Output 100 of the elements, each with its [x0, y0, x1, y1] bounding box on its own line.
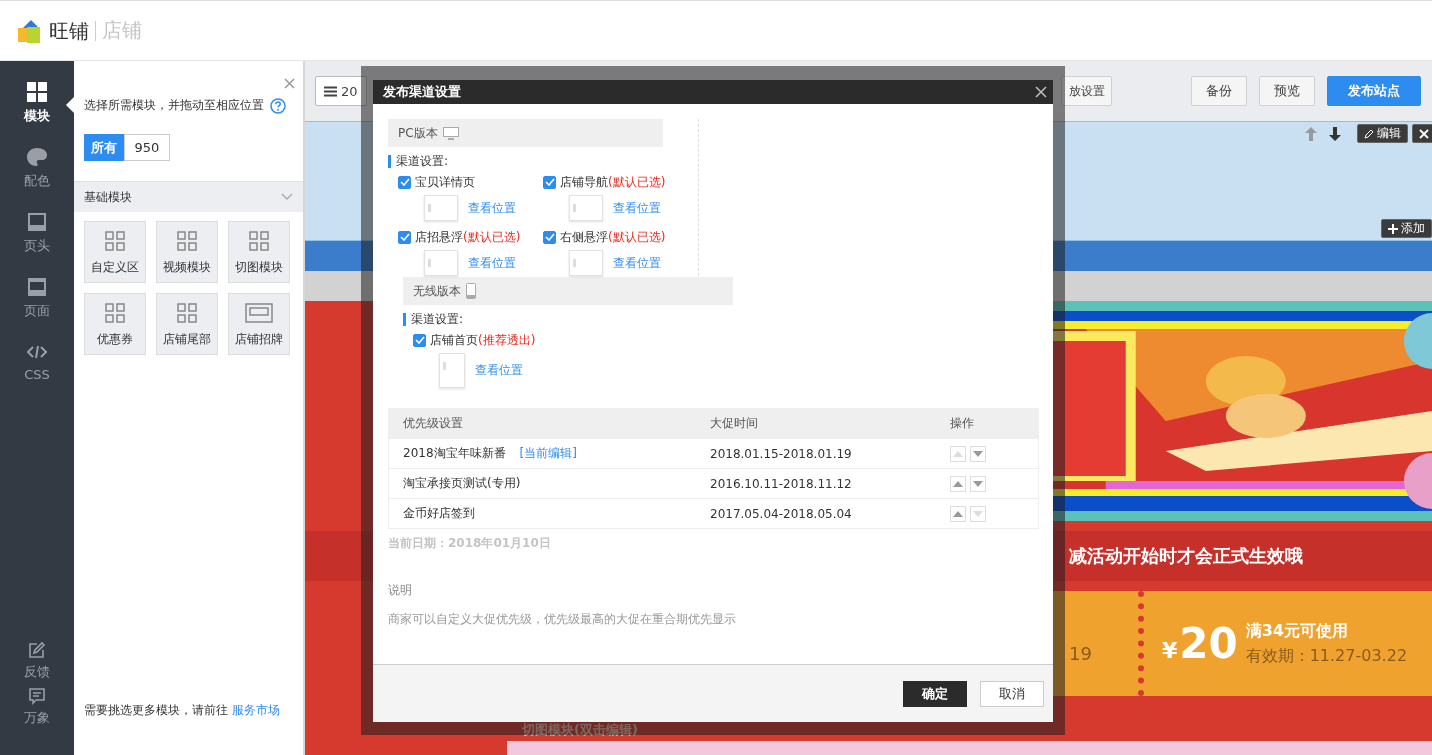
view-position-link[interactable]: 查看位置: [475, 362, 523, 379]
checkbox[interactable]: [413, 333, 426, 347]
header-icon: [26, 211, 48, 233]
note-text: 商家可以自定义大促优先级，优先级最高的大促在重合期优先显示: [388, 611, 737, 628]
module-tile[interactable]: 切图模块: [228, 221, 290, 283]
column-header: 优先级设置: [403, 415, 464, 432]
view-position-link[interactable]: 查看位置: [613, 199, 661, 217]
edit-button[interactable]: 编辑: [1357, 124, 1408, 143]
close-icon[interactable]: [1035, 86, 1047, 98]
nav-item[interactable]: 万象: [0, 687, 74, 733]
option-label: 店铺首页(推荐透出): [430, 331, 536, 349]
grid-icon: [105, 231, 125, 251]
grid-icon: [177, 231, 197, 251]
version-title: PC版本: [398, 124, 438, 142]
coupon-validity: 有效期：11.27-03.22: [1245, 645, 1408, 667]
option-label: 店铺导航(默认已选): [560, 173, 666, 191]
logo-subtitle: 店铺: [102, 17, 142, 44]
table-cell-text: 2018.01.15-2018.01.19: [710, 446, 853, 461]
nav-item[interactable]: 页面: [0, 276, 74, 341]
plus-icon: [1388, 223, 1398, 234]
table-cell-text: 2016.10.11-2018.11.12: [710, 476, 853, 491]
channel-label: 渠道设置:: [403, 313, 1039, 326]
logo-icon: [17, 17, 43, 44]
move-down-button[interactable]: [970, 445, 986, 462]
option-label: 店招悬浮(默认已选): [415, 228, 521, 246]
arrow-up-icon[interactable]: [1305, 126, 1317, 141]
move-down-button[interactable]: [970, 475, 986, 492]
section-title: 基础模块: [84, 188, 132, 206]
close-icon: [1419, 128, 1429, 139]
table-cell-text: 淘宝承接页测试(专用): [403, 475, 522, 492]
filter-tab[interactable]: 950: [124, 134, 170, 161]
move-up-button[interactable]: [950, 505, 966, 522]
layout-thumbnail: [569, 250, 603, 276]
menu-icon: [324, 85, 337, 97]
market-link[interactable]: 服务市场: [232, 702, 280, 719]
option-label: 右侧悬浮(默认已选): [560, 228, 666, 246]
arrow-down-icon[interactable]: [1329, 126, 1341, 141]
nav-item[interactable]: 页头: [0, 211, 74, 276]
nav-item[interactable]: 模块: [0, 81, 74, 146]
nav-item[interactable]: 配色: [0, 146, 74, 211]
checkbox[interactable]: [543, 175, 556, 189]
column-header: 操作: [950, 415, 974, 432]
module-tile[interactable]: 优惠券: [84, 293, 146, 355]
view-position-link[interactable]: 查看位置: [468, 199, 516, 217]
triangle-down-icon: [973, 510, 983, 517]
toolbar-button[interactable]: 预览: [1259, 76, 1315, 106]
triangle-down-icon: [973, 450, 983, 457]
nav-item[interactable]: CSS: [0, 341, 74, 406]
grid-icon: [105, 303, 125, 323]
cancel-button[interactable]: 取消: [980, 680, 1044, 707]
banner-icon: [245, 303, 273, 323]
table-cell-text: 2017.05.04-2018.05.04: [710, 506, 853, 521]
dialog-title: 发布渠道设置: [383, 83, 461, 101]
monitor-icon: [442, 126, 459, 140]
option-label: 宝贝详情页: [415, 173, 475, 191]
coupon-condition: 满34元可使用: [1245, 620, 1349, 642]
help-icon[interactable]: [270, 97, 286, 114]
triangle-up-icon: [953, 450, 963, 457]
chevron-icon: [281, 193, 293, 201]
channel-label: 渠道设置:: [388, 155, 698, 168]
panel-hint: 选择所需模块，并拖动至相应位置: [84, 97, 264, 114]
grid-icon: [177, 303, 197, 323]
module-tile[interactable]: 自定义区: [84, 221, 146, 283]
confirm-button[interactable]: 确定: [903, 680, 967, 707]
table-cell-text: 金币好店签到: [403, 505, 476, 522]
section-header[interactable]: 基础模块: [74, 181, 303, 212]
page-icon: [26, 276, 48, 298]
palette-icon: [26, 146, 48, 168]
checkbox[interactable]: [398, 230, 411, 244]
edit-icon: [28, 641, 46, 659]
triangle-up-icon: [953, 480, 963, 487]
logo-text: 旺铺: [49, 20, 96, 41]
coupon-amount: 20: [1179, 619, 1238, 668]
layout-thumbnail: [424, 195, 458, 221]
add-module-button[interactable]: 添加: [1381, 219, 1432, 238]
column-header: 大促时间: [710, 415, 759, 432]
layout-thumbnail: [569, 195, 603, 221]
move-up-button[interactable]: [950, 475, 966, 492]
triangle-up-icon: [953, 510, 963, 517]
checkbox[interactable]: [398, 175, 411, 189]
view-position-link[interactable]: 查看位置: [468, 254, 516, 272]
grid-icon: [26, 81, 48, 103]
layout-thumbnail: [424, 250, 458, 276]
chat-icon: [28, 687, 46, 705]
table-cell-text: 2018淘宝年味新番 [当前编辑]: [403, 445, 578, 462]
currency-sign: ¥: [1161, 638, 1178, 663]
current-date: 当前日期：2018年01月10日: [388, 535, 552, 552]
nav-item[interactable]: 反馈: [0, 641, 74, 687]
panel-footer-text: 需要挑选更多模块，请前往: [84, 702, 228, 719]
grid-icon: [249, 231, 269, 251]
layout-thumbnail: [439, 353, 465, 388]
module-tile[interactable]: 店铺尾部: [156, 293, 218, 355]
note-title: 说明: [388, 582, 413, 599]
module-tile[interactable]: 视频模块: [156, 221, 218, 283]
module-tile[interactable]: 店铺招牌: [228, 293, 290, 355]
view-position-link[interactable]: 查看位置: [613, 254, 661, 272]
notice-text: 减活动开始时才会正式生效哦: [1069, 544, 1303, 568]
toolbar-button[interactable]: 备份: [1191, 76, 1247, 106]
pencil-icon: [1364, 128, 1374, 139]
checkbox[interactable]: [543, 230, 556, 244]
